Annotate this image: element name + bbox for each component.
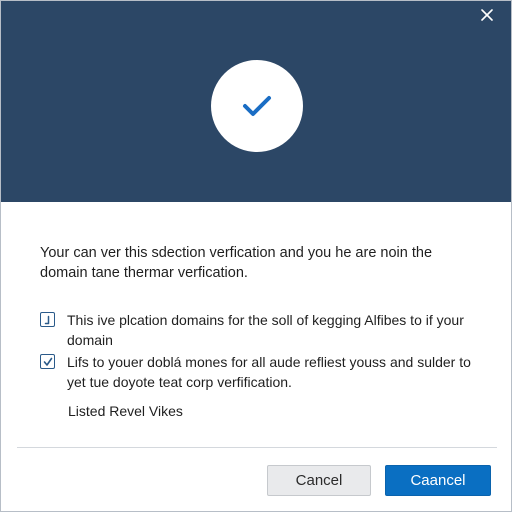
footer-divider (17, 447, 497, 448)
check-mark-icon (44, 315, 49, 324)
option-2: Lifs to youer doblá mones for all aude r… (40, 352, 480, 392)
check-mark-icon (43, 357, 52, 366)
option-1-label: This ive plcation domains for the soll o… (67, 312, 464, 348)
cancel-button[interactable]: Cancel (267, 465, 371, 496)
option-2-checkbox[interactable] (40, 354, 55, 369)
success-badge (211, 60, 303, 152)
verification-dialog: Your can ver this sdection verfication a… (0, 0, 512, 512)
checkmark-icon (243, 96, 271, 116)
close-button[interactable] (477, 5, 497, 25)
close-icon (481, 9, 493, 21)
dialog-header (1, 1, 511, 202)
dialog-description: Your can ver this sdection verfication a… (40, 245, 433, 281)
confirm-button[interactable]: Caancel (385, 465, 491, 496)
option-2-label: Lifs to youer doblá mones for all aude r… (67, 354, 471, 390)
option-1: This ive plcation domains for the soll o… (40, 310, 480, 350)
footnote-text: Listed Revel Vikes (68, 403, 183, 419)
option-1-checkbox[interactable] (40, 312, 55, 327)
